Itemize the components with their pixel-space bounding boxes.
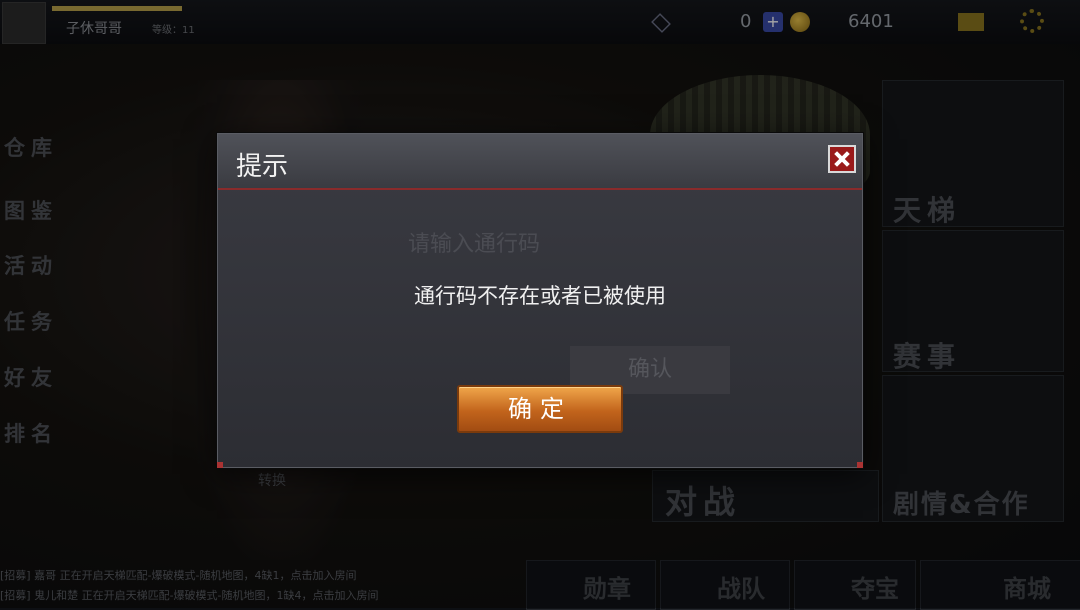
corner-decoration (217, 462, 223, 468)
corner-decoration (857, 462, 863, 468)
confirm-button[interactable]: 确定 (457, 385, 623, 433)
background-prompt-text: 请输入通行码 (408, 232, 541, 257)
alert-dialog: 提示 请输入通行码 确认 通行码不存在或者已被使用 确定 (217, 133, 863, 468)
dialog-message: 通行码不存在或者已被使用 (414, 284, 666, 308)
dialog-header: 提示 (218, 134, 862, 190)
close-button[interactable] (828, 145, 856, 173)
dialog-title: 提示 (236, 152, 289, 182)
